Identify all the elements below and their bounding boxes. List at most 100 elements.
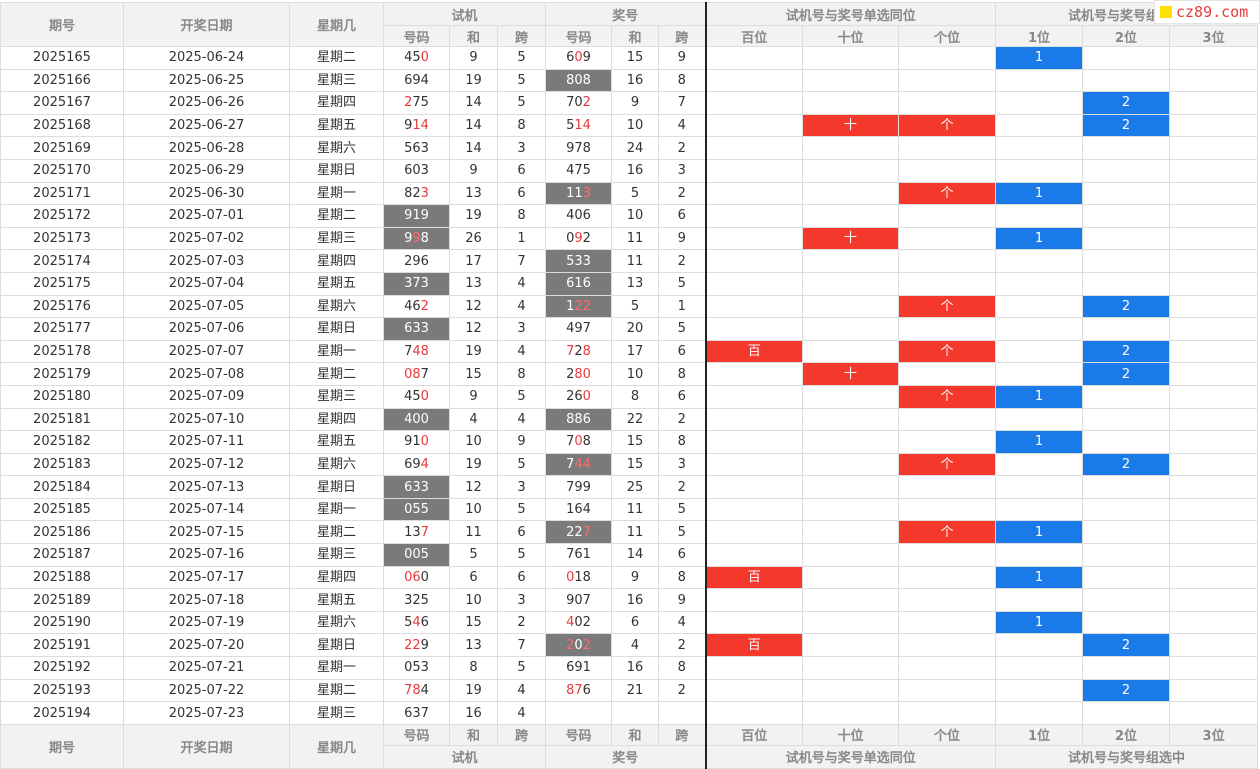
- trial-code-cell: 450: [383, 384, 450, 409]
- trial-code-cell-digit: 7: [412, 95, 421, 111]
- draw-span-cell: 5: [658, 520, 707, 545]
- draw-code-cell-digit: 6: [574, 502, 583, 518]
- trial-sum-cell: 17: [449, 249, 498, 273]
- date-cell: 2025-07-02: [123, 226, 290, 251]
- trial-code-cell-digit: 0: [412, 547, 421, 563]
- draw-sum-cell: 11: [611, 520, 660, 545]
- tens-match-cell: [802, 68, 900, 93]
- site-logo[interactable]: cz89.com: [1154, 0, 1260, 24]
- trial-sum-cell: 10: [449, 430, 498, 454]
- sub-header-units: 个位: [898, 25, 997, 47]
- draw-sum-cell: 11: [611, 249, 660, 273]
- combo-2-cell: [1082, 181, 1171, 206]
- draw-sum-cell: 24: [611, 136, 660, 160]
- combo-2-cell: [1082, 226, 1171, 251]
- tens-match-cell: [802, 384, 900, 409]
- trial-span-cell: 5: [496, 384, 547, 409]
- trial-sum-cell: 19: [449, 68, 498, 93]
- trial-sum-cell: 8: [449, 656, 498, 680]
- date-cell: 2025-06-25: [123, 68, 290, 93]
- hundreds-match-cell: [704, 384, 804, 409]
- combo-3-cell: [1169, 271, 1259, 296]
- tens-match-cell: [802, 543, 900, 567]
- hundreds-match-cell: [704, 204, 804, 228]
- combo-3-cell: [1169, 46, 1259, 70]
- table-row: 2025175 2025-07-04 星期五 373 13 4 616 13 5: [0, 271, 1259, 296]
- trial-code-cell: 005: [383, 543, 450, 567]
- hundreds-match-cell: [704, 543, 804, 567]
- trial-code-cell-digit: 8: [412, 682, 421, 698]
- issue-cell: 2025190: [0, 610, 124, 635]
- foot-sub-units: 个位: [898, 723, 997, 746]
- trial-code-cell-digit: 9: [420, 208, 429, 224]
- draw-span-cell: 3: [658, 158, 707, 183]
- draw-sum-cell: 9: [611, 565, 660, 590]
- trial-code-cell-digit: 5: [412, 389, 421, 405]
- trial-code-cell-digit: 1: [412, 434, 421, 450]
- trial-code-cell-digit: 5: [412, 50, 421, 66]
- trial-code-cell: 275: [383, 91, 450, 115]
- draw-span-cell: 5: [658, 317, 707, 341]
- sub-header-draw-span: 跨: [658, 25, 707, 47]
- draw-code-cell-digit: 8: [574, 411, 583, 427]
- col-header-date[interactable]: 开奖日期: [123, 2, 290, 47]
- units-match-cell: [898, 204, 997, 228]
- trial-code-cell: 748: [383, 339, 450, 364]
- trial-code-cell-digit: 3: [420, 479, 429, 495]
- draw-code-cell-digit: 7: [582, 524, 591, 540]
- table-row: 2025168 2025-06-27 星期五 914 14 8 514 10 4 十个 2: [0, 113, 1259, 138]
- draw-span-cell: 7: [658, 91, 707, 115]
- draw-code-cell-digit: 0: [574, 592, 583, 608]
- combo-3-cell: [1169, 407, 1259, 432]
- trial-code-cell-digit: 6: [420, 253, 429, 269]
- draw-sum-cell: 6: [611, 610, 660, 635]
- issue-cell: 2025165: [0, 46, 124, 70]
- col-header-issue[interactable]: 期号: [0, 2, 124, 47]
- draw-code-cell-digit: 2: [582, 298, 591, 314]
- trial-sum-cell: 9: [449, 158, 498, 183]
- trial-code-cell-digit: 5: [420, 502, 429, 518]
- draw-sum-cell: 15: [611, 46, 660, 70]
- combo-3-cell: [1169, 294, 1259, 319]
- trial-span-cell: 6: [496, 181, 547, 206]
- units-match-cell: [898, 497, 997, 522]
- date-cell: 2025-07-20: [123, 633, 290, 658]
- weekday-cell: 星期二: [289, 520, 384, 545]
- weekday-cell: 星期三: [289, 384, 384, 409]
- weekday-cell: 星期一: [289, 339, 384, 364]
- draw-span-cell: 5: [658, 497, 707, 522]
- date-cell: 2025-07-23: [123, 701, 290, 725]
- draw-code-cell-digit: 5: [582, 163, 591, 179]
- combo-2-cell: [1082, 407, 1171, 432]
- draw-code-cell-digit: 0: [574, 72, 583, 88]
- footer-row-sub: 期号 开奖日期 星期几 号码 和 跨 号码 和 跨 百位 十位 个位 1位 2位…: [0, 723, 1259, 769]
- draw-span-cell: 6: [658, 384, 707, 409]
- col-header-weekday[interactable]: 星期几: [289, 2, 384, 47]
- trial-code-cell: 633: [383, 317, 450, 341]
- weekday-cell: 星期六: [289, 294, 384, 319]
- weekday-cell: 星期三: [289, 543, 384, 567]
- weekday-cell: 星期四: [289, 565, 384, 590]
- trial-code-cell-digit: 4: [420, 118, 429, 134]
- units-match-cell: [898, 46, 997, 70]
- combo-3-cell: [1169, 68, 1259, 93]
- draw-code-cell-digit: 7: [582, 321, 591, 337]
- units-match-cell: [898, 565, 997, 590]
- weekday-cell: 星期日: [289, 475, 384, 499]
- hundreds-match-cell: [704, 46, 804, 70]
- hundreds-match-cell: [704, 136, 804, 160]
- draw-code-cell: 475: [545, 158, 613, 183]
- issue-cell: 2025188: [0, 565, 124, 590]
- issue-cell: 2025166: [0, 68, 124, 93]
- table-row: 2025185 2025-07-14 星期一 055 10 5 164 11 5: [0, 497, 1259, 522]
- trial-code-cell: 060: [383, 565, 450, 590]
- draw-code-cell-digit: 8: [574, 366, 583, 382]
- date-cell: 2025-07-13: [123, 475, 290, 499]
- tens-match-cell: [802, 497, 900, 522]
- tens-match-cell: [802, 430, 900, 454]
- trial-code-cell-digit: 6: [412, 140, 421, 156]
- draw-code-cell-digit: 0: [574, 434, 583, 450]
- combo-1-cell: [995, 113, 1084, 138]
- draw-sum-cell: 25: [611, 475, 660, 499]
- combo-2-cell: [1082, 610, 1171, 635]
